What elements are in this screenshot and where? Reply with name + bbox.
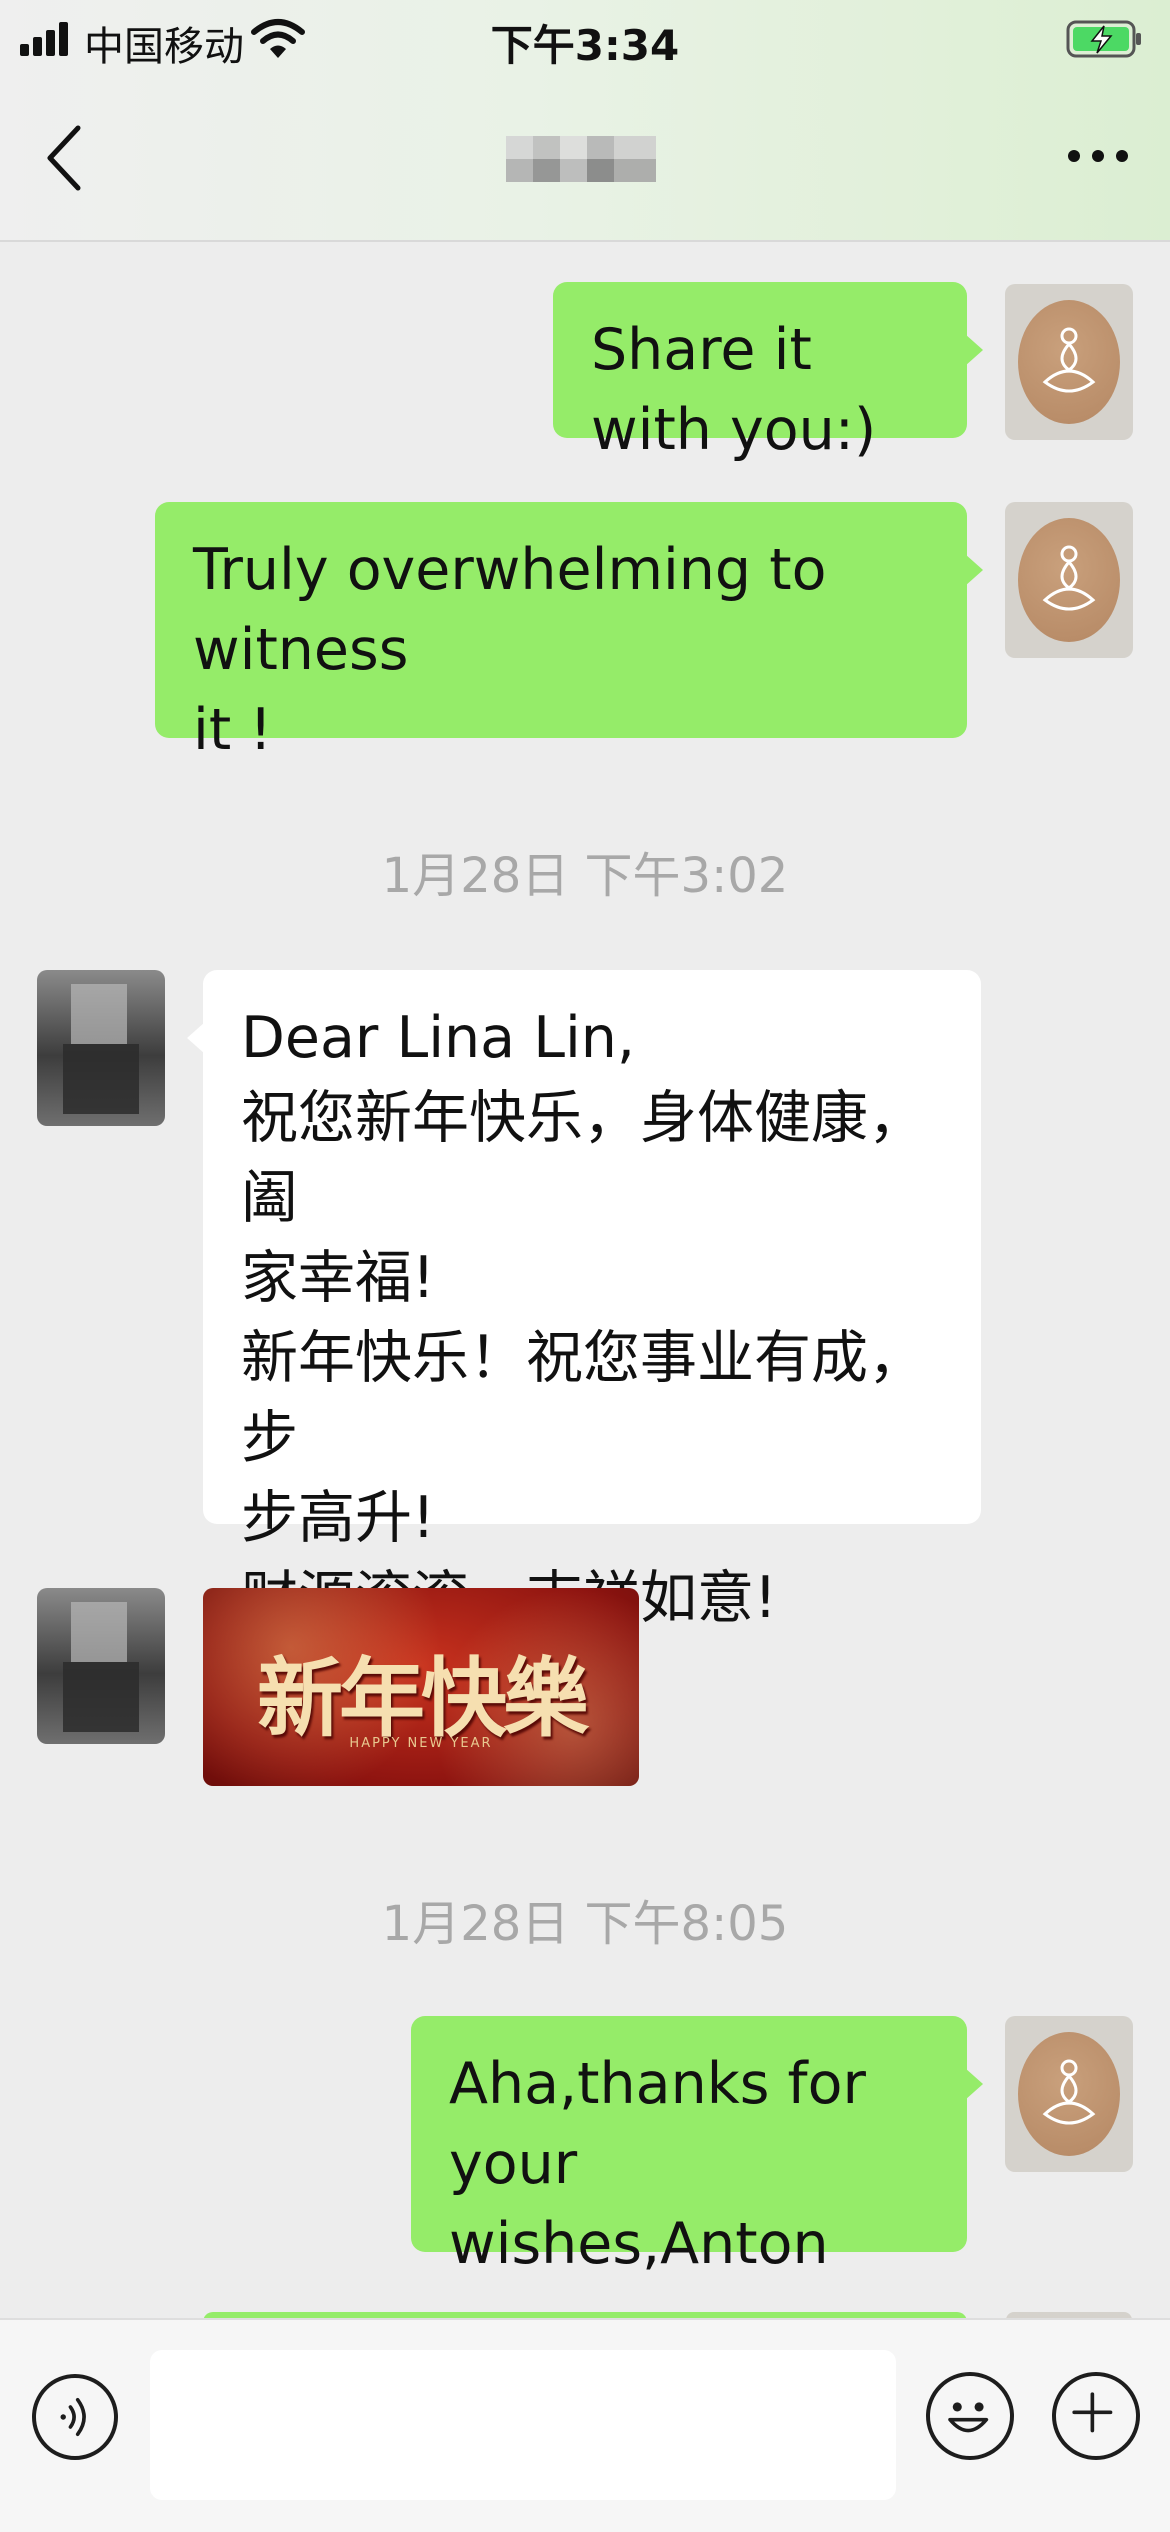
message-bubble-outgoing[interactable]: Share it with you:)	[553, 282, 983, 463]
contact-avatar[interactable]	[37, 1588, 165, 1744]
my-avatar[interactable]	[1005, 284, 1133, 440]
message-text: 步高升!	[241, 1485, 435, 1551]
status-bar: 中国移动 下午3:34	[0, 0, 1170, 78]
message-input[interactable]	[150, 2350, 896, 2500]
sticker-text: 新年快樂	[257, 1648, 589, 1749]
timestamp: 1月28日 下午8:05	[381, 1896, 789, 1952]
voice-icon[interactable]	[32, 2374, 118, 2460]
message-text: 家幸福!	[241, 1245, 435, 1311]
message-bubble-outgoing[interactable]: Truly overwhelming to witness it !	[155, 502, 983, 763]
new-year-sticker[interactable]: 新年快樂 HAPPY NEW YEAR	[203, 1588, 639, 1786]
my-avatar[interactable]	[1005, 2016, 1133, 2172]
message-bubble-outgoing[interactable]: Aha,thanks for your wishes,Anton	[411, 2016, 983, 2277]
my-avatar[interactable]	[1005, 502, 1133, 658]
message-text: 新年快乐！祝您事业有成，步	[241, 1325, 925, 1471]
status-time: 下午3:34	[490, 21, 680, 70]
timestamp: 1月28日 下午3:02	[381, 848, 789, 904]
input-bar	[0, 2318, 1170, 2532]
message-text: Aha,thanks for your	[449, 2051, 885, 2197]
plus-icon[interactable]	[1052, 2372, 1140, 2460]
message-text: wishes,Anton	[449, 2211, 829, 2277]
emoji-icon[interactable]	[926, 2372, 1014, 2460]
contact-avatar[interactable]	[37, 970, 165, 1126]
message-bubble-incoming[interactable]: Dear Lina Lin, 祝您新年快乐，身体健康，阖 家幸福! 新年快乐！祝…	[187, 970, 981, 1631]
message-text: Dear Lina Lin,	[241, 1005, 636, 1071]
chat-area[interactable]: Share it with you:) Truly overwhelming t…	[0, 244, 1170, 2318]
message-text: Share it with you:)	[591, 317, 877, 463]
battery-charging-icon	[1066, 20, 1141, 58]
message-text: it !	[193, 697, 273, 763]
sticker-subtext: HAPPY NEW YEAR	[349, 1736, 493, 1751]
back-chevron-icon[interactable]	[42, 122, 86, 194]
chat-title-blurred	[506, 136, 656, 182]
message-text: 祝您新年快乐，身体健康，阖	[241, 1085, 925, 1231]
more-options-icon[interactable]	[1068, 144, 1128, 168]
message-text: Truly overwhelming to witness	[193, 537, 845, 683]
top-bar: 中国移动 下午3:34	[0, 0, 1170, 242]
